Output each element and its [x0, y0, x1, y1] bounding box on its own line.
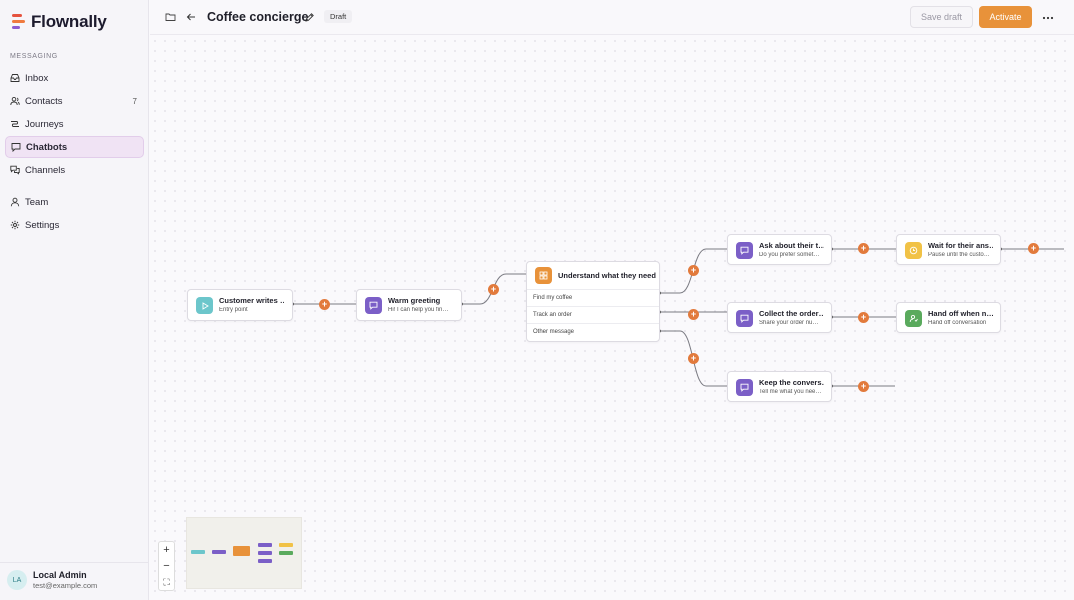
zoom-controls: + − ⛶	[158, 541, 175, 591]
sidebar-item-label: Settings	[25, 219, 60, 231]
app-name: Flownally	[31, 12, 107, 31]
add-step-button[interactable]: +	[688, 353, 699, 364]
team-icon	[10, 197, 20, 207]
user-profile[interactable]: LA Local Admin test@example.com	[7, 570, 97, 590]
sidebar-item-label: Channels	[25, 164, 66, 176]
message-icon	[736, 379, 753, 396]
message-node-keep[interactable]: Keep the convers… Tell me what you nee…	[727, 371, 832, 402]
condition-option[interactable]: Track an order	[527, 306, 659, 323]
activate-button[interactable]: Activate	[979, 6, 1032, 28]
add-step-button[interactable]: +	[319, 299, 330, 310]
minimap-node	[212, 550, 226, 554]
sidebar-item-team[interactable]: Team	[5, 191, 144, 213]
sidebar-item-label: Contacts	[25, 95, 63, 107]
flow-canvas[interactable]: Customer writes … Entry point Warm greet…	[150, 36, 1074, 600]
minimap-node	[191, 550, 205, 554]
message-node-ask[interactable]: Ask about their t… Do you prefer somet…	[727, 234, 832, 265]
sidebar-item-label: Journeys	[25, 118, 64, 130]
person-icon	[905, 310, 922, 327]
node-title: Ask about their t…	[759, 241, 824, 250]
add-step-button[interactable]: +	[858, 381, 869, 392]
sidebar-item-settings[interactable]: Settings	[5, 214, 144, 236]
grid-icon	[535, 267, 552, 284]
fit-view-button[interactable]: ⛶	[159, 574, 174, 590]
node-title: Warm greeting	[388, 296, 441, 305]
add-step-button[interactable]: +	[688, 309, 699, 320]
section-label: MESSAGING	[10, 53, 58, 60]
node-subtitle: Pause until the custo…	[928, 252, 990, 258]
minimap-node	[233, 546, 250, 556]
message-icon	[736, 242, 753, 259]
more-options-icon[interactable]	[1042, 9, 1054, 23]
journeys-icon	[10, 119, 20, 129]
minimap-node	[258, 551, 272, 555]
trigger-node[interactable]: Customer writes … Entry point	[187, 289, 293, 321]
user-name: Local Admin	[33, 570, 87, 580]
message-icon	[365, 297, 382, 314]
sidebar-item-chatbots[interactable]: Chatbots	[5, 136, 144, 158]
sidebar-item-label: Team	[25, 196, 49, 208]
app-logo[interactable]: Flownally	[12, 12, 107, 32]
chatbot-icon	[11, 142, 21, 152]
gear-icon	[10, 220, 20, 230]
node-title: Keep the convers…	[759, 378, 824, 387]
sidebar-item-label: Chatbots	[26, 141, 68, 153]
add-step-button[interactable]: +	[858, 312, 869, 323]
node-title: Understand what they need	[558, 271, 656, 280]
sidebar-item-channels[interactable]: Channels	[5, 159, 144, 181]
sidebar-item-journeys[interactable]: Journeys	[5, 113, 144, 135]
message-node-greeting[interactable]: Warm greeting Hi! I can help you fin…	[356, 289, 462, 321]
node-title: Hand off when n…	[928, 309, 993, 318]
page-title: Coffee concierge	[207, 10, 309, 24]
add-step-button[interactable]: +	[688, 265, 699, 276]
avatar: LA	[7, 570, 27, 590]
add-step-button[interactable]: +	[488, 284, 499, 295]
condition-option[interactable]: Find my coffee	[527, 289, 659, 306]
zoom-in-button[interactable]: +	[159, 542, 174, 558]
topbar: Coffee concierge Draft Save draft Activa…	[150, 0, 1074, 35]
save-draft-button[interactable]: Save draft	[910, 6, 973, 28]
node-title: Customer writes …	[219, 296, 284, 305]
node-subtitle: Do you prefer somet…	[759, 252, 820, 258]
play-icon	[196, 297, 213, 314]
edit-pencil-icon[interactable]	[303, 11, 315, 23]
status-badge: Draft	[324, 10, 353, 23]
channels-icon	[10, 165, 20, 175]
message-node-collect[interactable]: Collect the order… Share your order nu…	[727, 302, 832, 333]
minimap-node	[279, 543, 293, 547]
wait-node[interactable]: Wait for their ans… Pause until the cust…	[896, 234, 1001, 265]
logo-mark-icon	[12, 13, 25, 31]
handoff-node[interactable]: Hand off when n… Hand off conversation	[896, 302, 1001, 333]
node-subtitle: Tell me what you nee…	[759, 389, 822, 395]
sidebar-item-contacts[interactable]: Contacts 7	[5, 90, 144, 112]
contacts-count: 7	[132, 96, 137, 106]
sidebar-item-label: Inbox	[25, 72, 49, 84]
user-email: test@example.com	[33, 581, 98, 590]
condition-option[interactable]: Other message	[527, 323, 659, 340]
contacts-icon	[10, 96, 20, 106]
inbox-icon	[10, 73, 20, 83]
node-title: Wait for their ans…	[928, 241, 993, 250]
folder-icon[interactable]	[164, 11, 176, 23]
add-step-button[interactable]: +	[1028, 243, 1039, 254]
message-icon	[736, 310, 753, 327]
add-step-button[interactable]: +	[858, 243, 869, 254]
clock-icon	[905, 242, 922, 259]
sidebar-item-inbox[interactable]: Inbox	[5, 67, 144, 89]
zoom-out-button[interactable]: −	[159, 558, 174, 574]
minimap-node	[258, 559, 272, 563]
divider	[0, 562, 149, 563]
back-arrow-icon[interactable]	[185, 11, 197, 23]
node-title: Collect the order…	[759, 309, 824, 318]
minimap-node	[279, 551, 293, 555]
node-subtitle: Entry point	[219, 307, 248, 313]
condition-node-understand[interactable]: Understand what they need Find my coffee…	[526, 261, 660, 342]
node-subtitle: Hi! I can help you fin…	[388, 307, 449, 313]
sidebar: Flownally MESSAGING Inbox Contacts 7 Jou…	[0, 0, 149, 600]
node-subtitle: Hand off conversation	[928, 320, 987, 326]
node-subtitle: Share your order nu…	[759, 320, 819, 326]
minimap-node	[258, 543, 272, 547]
minimap[interactable]	[186, 517, 302, 589]
